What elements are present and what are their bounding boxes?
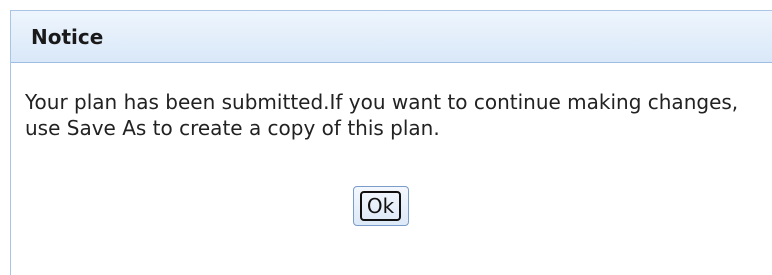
dialog-button-row: Ok [11, 186, 772, 226]
dialog-body: Your plan has been submitted.If you want… [11, 63, 772, 141]
dialog-title: Notice [31, 24, 104, 49]
dialog-message: Your plan has been submitted.If you want… [25, 90, 739, 140]
ok-button[interactable]: Ok [352, 186, 409, 226]
ok-button-label: Ok [359, 191, 402, 221]
dialog-titlebar: Notice [11, 11, 772, 63]
notice-dialog: Notice Your plan has been submitted.If y… [10, 10, 772, 275]
